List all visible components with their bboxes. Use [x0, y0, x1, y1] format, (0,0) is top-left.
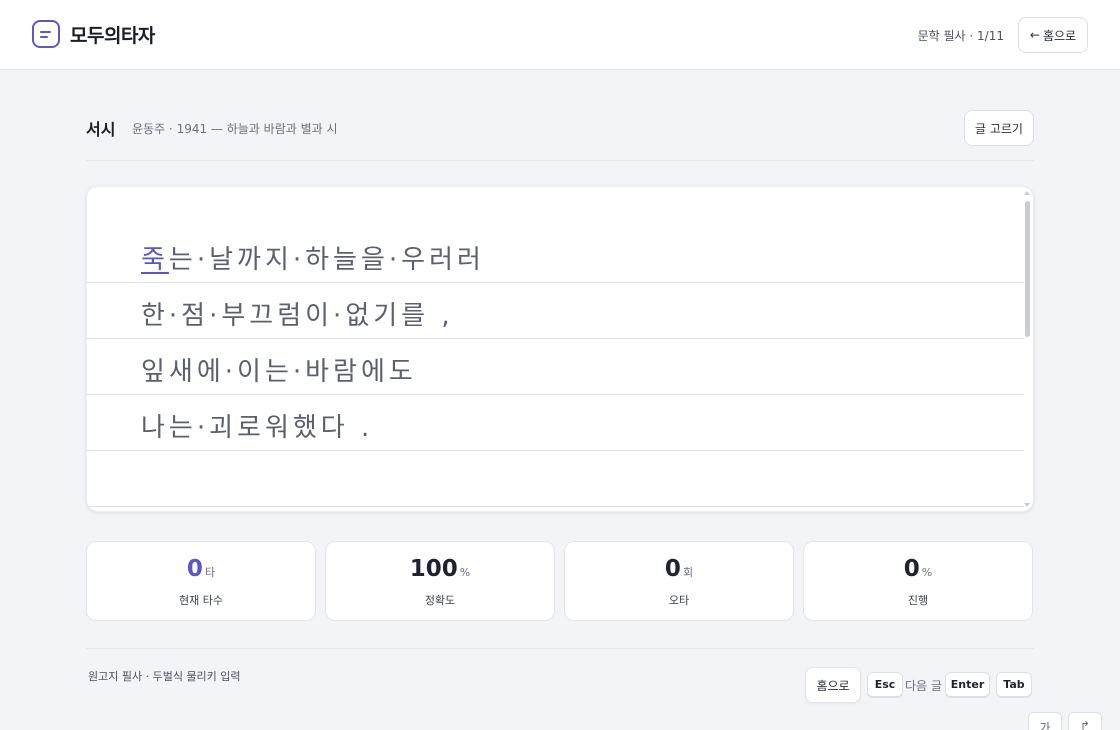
- stat-accuracy: 100% 정확도: [325, 541, 555, 621]
- stat-label: 오타: [668, 594, 690, 607]
- poem-line: 한·점·부끄럼이·없기를 ,: [87, 283, 1024, 339]
- stat-label: 정확도: [424, 594, 456, 607]
- current-char: 죽: [141, 245, 169, 275]
- scrollbar-thumb[interactable]: [1025, 201, 1030, 337]
- font-size-button[interactable]: 가: [1028, 712, 1062, 730]
- stat-label: 진행: [907, 594, 929, 607]
- brand-name: 모두의타자: [70, 24, 155, 47]
- home-button[interactable]: ← 홈으로: [1018, 17, 1088, 53]
- next-text-label: 다음 글: [905, 679, 942, 693]
- poem-line: 잎새에·이는·바람에도: [87, 339, 1024, 395]
- stat-speed: 0타 현재 타수: [86, 541, 316, 621]
- pick-text-button[interactable]: 글 고르기: [964, 110, 1034, 146]
- poem-meta: 윤동주 · 1941 — 하늘과 바람과 별과 시: [132, 122, 338, 136]
- stat-unit: 회: [682, 566, 694, 579]
- app-header: 모두의타자 문학 필사 · 1/11 ← 홈으로: [0, 0, 1120, 70]
- stat-value: 0: [186, 556, 203, 582]
- stat-typos: 0회 오타: [564, 541, 794, 621]
- scroll-down-arrow[interactable]: [1024, 503, 1030, 507]
- logo-icon: [32, 20, 60, 48]
- stat-unit: %: [921, 566, 933, 579]
- stat-progress: 0% 진행: [803, 541, 1033, 621]
- footer-note: 원고지 필사 · 두벌식 물리키 입력: [88, 670, 241, 683]
- poem-title: 서시: [86, 120, 116, 139]
- poem-line-text: 한·점·부끄럼이·없기를 ,: [141, 301, 454, 331]
- poem-line-empty: [87, 451, 1024, 507]
- poem-line: 죽는·날까지·하늘을·우러러: [87, 227, 1024, 283]
- esc-key[interactable]: Esc: [867, 672, 903, 698]
- poem-line-text: 잎새에·이는·바람에도: [141, 357, 417, 387]
- stat-value: 100: [409, 556, 458, 582]
- footer-divider: [86, 648, 1034, 649]
- poem-line-text: 나는·괴로워했다 .: [141, 413, 374, 443]
- stat-value: 0: [664, 556, 681, 582]
- arrow-left-icon: ←: [1029, 28, 1040, 42]
- poem-line: 나는·괴로워했다 .: [87, 395, 1024, 451]
- typing-paper[interactable]: 죽는·날까지·하늘을·우러러 한·점·부끄럼이·없기를 , 잎새에·이는·바람에…: [86, 186, 1034, 512]
- poem-title-row: 서시 윤동주 · 1941 — 하늘과 바람과 별과 시 글 고르기: [86, 110, 1034, 161]
- footer-home-button[interactable]: 홈으로: [805, 667, 861, 703]
- stat-unit: %: [459, 566, 471, 579]
- corner-arrow-icon[interactable]: ↱: [1068, 712, 1102, 730]
- brand[interactable]: 모두의타자: [32, 20, 155, 48]
- enter-key[interactable]: Enter: [945, 672, 990, 698]
- stat-value: 0: [903, 556, 920, 582]
- stat-unit: 타: [204, 566, 216, 579]
- scroll-up-arrow[interactable]: [1024, 191, 1030, 195]
- progress-label: 문학 필사 · 1/11: [917, 29, 1004, 43]
- tab-key[interactable]: Tab: [996, 672, 1032, 698]
- home-button-label: 홈으로: [1042, 28, 1077, 43]
- poem-line-text: 는·날까지·하늘을·우러러: [168, 245, 485, 275]
- stat-label: 현재 타수: [179, 594, 223, 607]
